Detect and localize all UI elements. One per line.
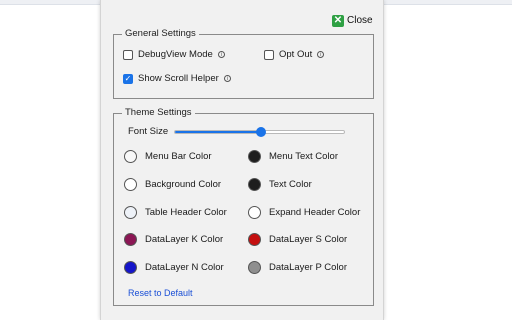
info-icon[interactable]: i: [223, 75, 231, 82]
datalayer-k-color-option[interactable]: DataLayer K Color: [124, 233, 223, 246]
close-icon: ✕: [332, 14, 344, 27]
general-settings-legend: General Settings: [122, 28, 199, 39]
table-header-color-swatch[interactable]: [124, 206, 137, 219]
datalayer-k-color-label: DataLayer K Color: [145, 234, 224, 245]
expand-header-color-option[interactable]: Expand Header Color: [248, 206, 360, 219]
menu-text-color-label: Menu Text Color: [269, 151, 338, 162]
show-scroll-helper-checkbox[interactable]: ✓: [123, 73, 133, 84]
background-color-swatch[interactable]: [124, 178, 137, 191]
close-label: Close: [347, 15, 373, 26]
font-size-slider[interactable]: [174, 127, 345, 137]
datalayer-p-color-swatch[interactable]: [248, 261, 261, 274]
settings-panel: ✕ Close General Settings DebugView Mode …: [100, 0, 384, 320]
menu-bar-color-swatch[interactable]: [124, 150, 137, 163]
close-button[interactable]: ✕ Close: [332, 13, 373, 28]
datalayer-k-color-swatch[interactable]: [124, 233, 137, 246]
text-color-swatch[interactable]: [248, 178, 261, 191]
debugview-mode-checkbox[interactable]: [123, 49, 133, 60]
datalayer-p-color-option[interactable]: DataLayer P Color: [248, 261, 347, 274]
reset-to-default-link[interactable]: Reset to Default: [128, 288, 193, 298]
menu-bar-color-label: Menu Bar Color: [145, 151, 212, 162]
datalayer-p-color-label: DataLayer P Color: [269, 262, 347, 273]
menu-text-color-option[interactable]: Menu Text Color: [248, 150, 338, 163]
show-scroll-helper-option[interactable]: ✓ Show Scroll Helper i: [123, 73, 231, 84]
datalayer-n-color-label: DataLayer N Color: [145, 262, 224, 273]
text-color-label: Text Color: [269, 179, 312, 190]
general-settings-group: General Settings DebugView Mode i Opt Ou…: [113, 28, 374, 99]
table-header-color-option[interactable]: Table Header Color: [124, 206, 227, 219]
opt-out-checkbox[interactable]: [264, 49, 274, 60]
show-scroll-helper-label: Show Scroll Helper: [138, 73, 219, 84]
text-color-option[interactable]: Text Color: [248, 178, 312, 191]
background-color-option[interactable]: Background Color: [124, 178, 221, 191]
datalayer-s-color-option[interactable]: DataLayer S Color: [248, 233, 347, 246]
expand-header-color-swatch[interactable]: [248, 206, 261, 219]
info-icon[interactable]: i: [317, 51, 325, 58]
expand-header-color-label: Expand Header Color: [269, 207, 361, 218]
menu-bar-color-option[interactable]: Menu Bar Color: [124, 150, 212, 163]
datalayer-s-color-label: DataLayer S Color: [269, 234, 348, 245]
debugview-mode-label: DebugView Mode: [138, 49, 213, 60]
info-icon[interactable]: i: [217, 51, 225, 58]
font-size-slider-thumb[interactable]: [256, 127, 267, 137]
datalayer-s-color-swatch[interactable]: [248, 233, 261, 246]
table-header-color-label: Table Header Color: [145, 207, 227, 218]
datalayer-n-color-swatch[interactable]: [124, 261, 137, 274]
font-size-label: Font Size: [128, 126, 169, 137]
menu-text-color-swatch[interactable]: [248, 150, 261, 163]
theme-settings-group: Theme Settings Font Size Menu Bar Color …: [113, 107, 374, 306]
font-size-slider-fill: [175, 131, 262, 133]
debugview-mode-option[interactable]: DebugView Mode i: [123, 49, 225, 60]
background-color-label: Background Color: [145, 179, 222, 190]
datalayer-n-color-option[interactable]: DataLayer N Color: [124, 261, 224, 274]
opt-out-option[interactable]: Opt Out i: [264, 49, 325, 60]
opt-out-label: Opt Out: [279, 49, 313, 60]
theme-settings-legend: Theme Settings: [122, 107, 195, 118]
